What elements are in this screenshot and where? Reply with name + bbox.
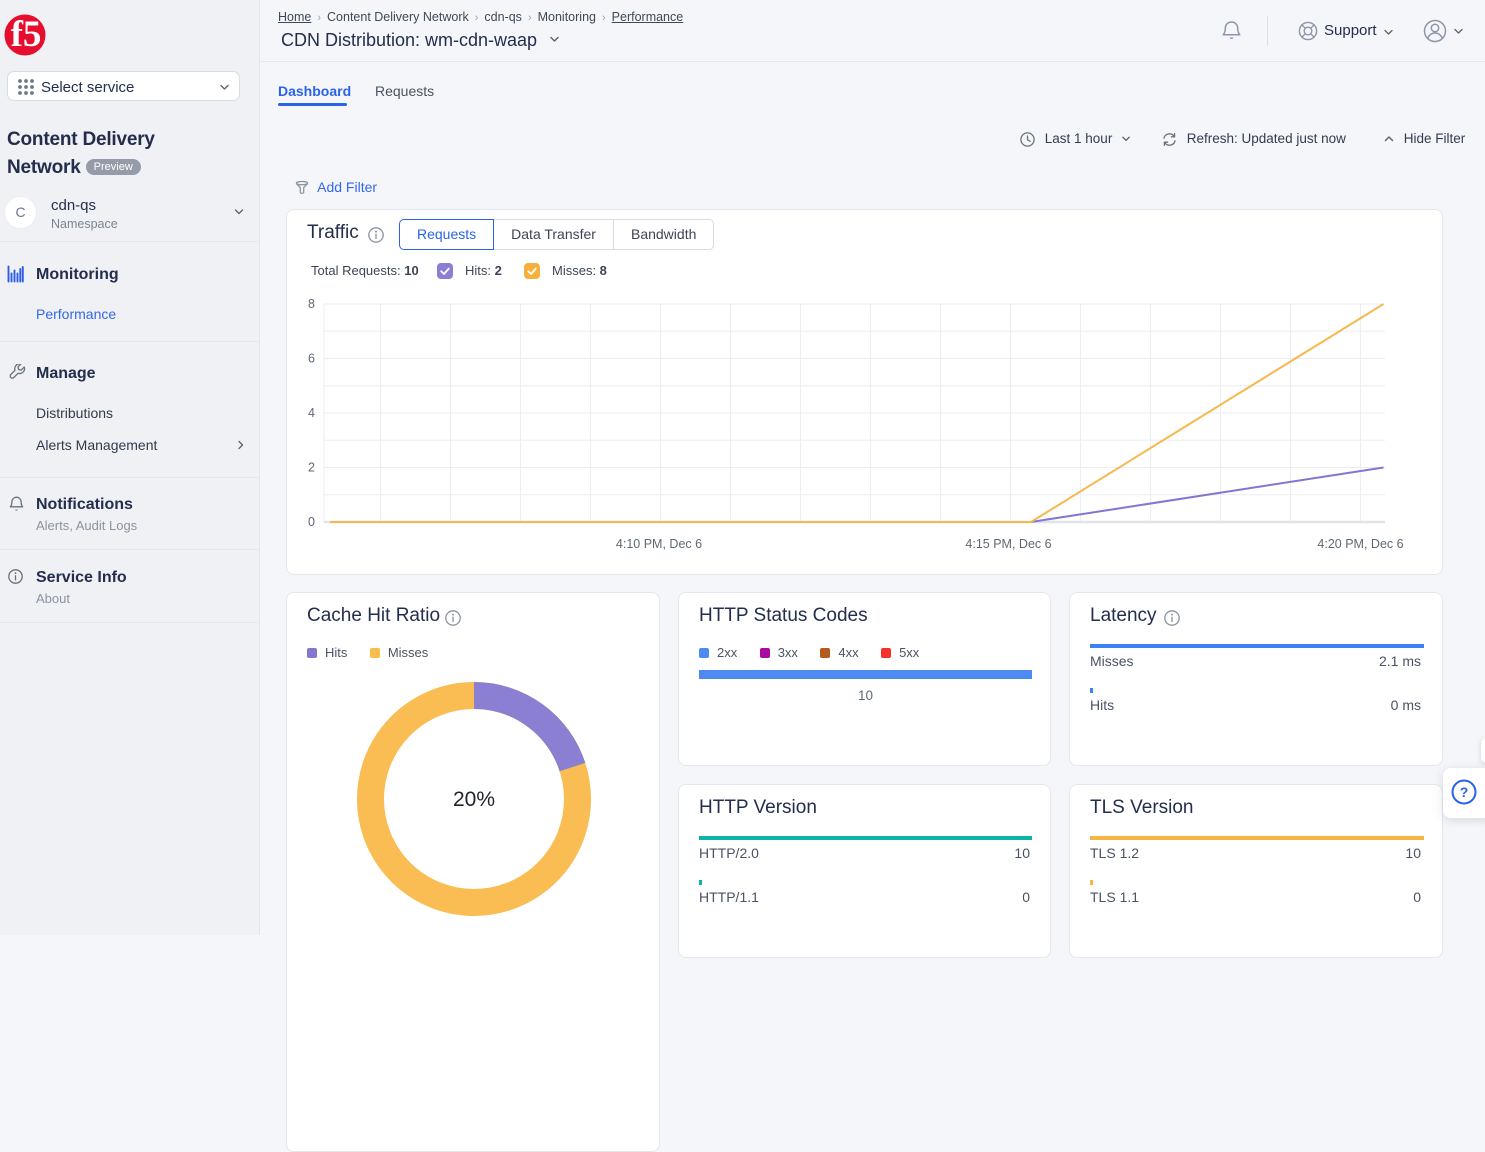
svg-text:2: 2 — [308, 461, 315, 475]
svg-text:0: 0 — [308, 515, 315, 529]
svg-text:4:10 PM, Dec 6: 4:10 PM, Dec 6 — [616, 537, 702, 551]
svg-text:f5: f5 — [11, 14, 42, 55]
svg-text:8: 8 — [308, 297, 315, 311]
svg-text:4:15 PM, Dec 6: 4:15 PM, Dec 6 — [965, 537, 1051, 551]
svg-text:4: 4 — [308, 406, 315, 420]
svg-text:4:20 PM, Dec 6: 4:20 PM, Dec 6 — [1317, 537, 1403, 551]
svg-text:20%: 20% — [453, 788, 495, 811]
svg-text:6: 6 — [308, 352, 315, 366]
svg-text:?: ? — [1460, 784, 1469, 800]
